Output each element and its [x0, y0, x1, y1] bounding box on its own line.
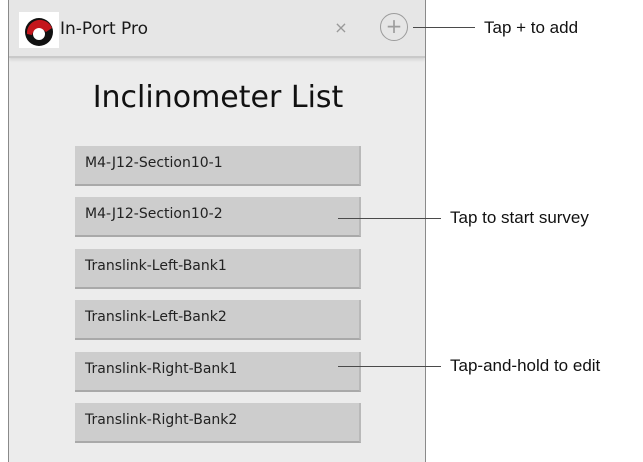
app-screen: In-Port Pro × + Inclinometer List M4-J12…: [8, 0, 426, 462]
callout-line-survey: [338, 218, 441, 219]
callout-start-survey: Tap to start survey: [450, 208, 589, 227]
list-item[interactable]: Translink-Right-Bank1: [75, 351, 361, 392]
list-item[interactable]: M4-J12-Section10-1: [75, 146, 361, 186]
add-button[interactable]: +: [380, 13, 408, 41]
page-title: Inclinometer List: [92, 80, 344, 115]
close-button[interactable]: ×: [331, 18, 351, 38]
callout-add: Tap + to add: [484, 18, 579, 37]
list-item[interactable]: Translink-Right-Bank2: [75, 402, 361, 443]
app-logo-icon: [19, 12, 59, 48]
list-item[interactable]: Translink-Left-Bank2: [75, 300, 361, 341]
callout-line-add: [413, 27, 475, 28]
app-title: In-Port Pro: [60, 19, 148, 39]
list-item[interactable]: Translink-Left-Bank1: [75, 248, 361, 289]
inclinometer-list: M4-J12-Section10-1 M4-J12-Section10-2 Tr…: [75, 146, 361, 454]
callout-line-edit: [338, 366, 441, 367]
list-item[interactable]: M4-J12-Section10-2: [75, 197, 361, 238]
title-bar: In-Port Pro × +: [9, 0, 425, 58]
callout-edit: Tap-and-hold to edit: [450, 356, 601, 375]
